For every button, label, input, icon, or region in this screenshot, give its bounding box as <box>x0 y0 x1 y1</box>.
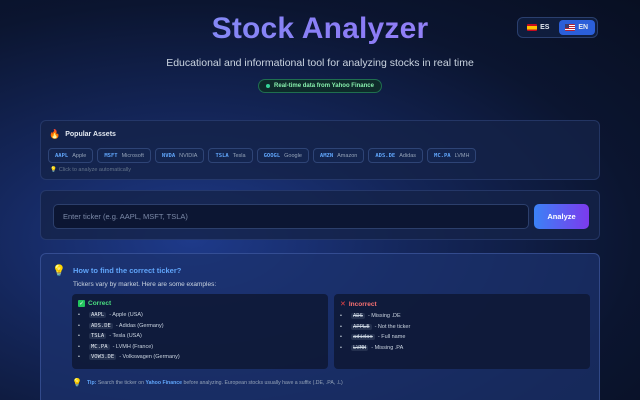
list-item: • VOW3.DE - Volkswagen (Germany) <box>78 354 180 361</box>
yahoo-finance-link[interactable]: Yahoo Finance <box>145 380 182 386</box>
list-item: • APPLE - Not the ticker <box>340 323 411 330</box>
lightbulb-icon: 💡 <box>52 265 66 277</box>
asset-name: Google <box>284 152 302 159</box>
page-subtitle: Educational and informational tool for a… <box>166 57 474 69</box>
help-tip: 💡 Tip: Search the ticker on Yahoo Financ… <box>72 378 343 387</box>
ticker-code: AAPL <box>89 312 107 319</box>
list-item: • AAPL - Apple (USA) <box>78 312 143 319</box>
asset-name: Amazon <box>337 152 358 159</box>
help-title: How to find the correct ticker? <box>73 266 182 275</box>
ticker-search-input[interactable] <box>53 204 529 229</box>
tip-label: Tip: <box>86 379 97 386</box>
ticker-note: - Not the ticker <box>374 323 411 330</box>
ticker-note: - Missing .DE <box>367 313 401 320</box>
ticker-note: - Adidas (Germany) <box>115 322 164 329</box>
tip-text-after: before analyzing. European stocks usuall… <box>183 379 343 386</box>
correct-examples-box: ✓ Correct • AAPL - Apple (USA) • ADS.DE - Ad… <box>72 294 328 369</box>
incorrect-examples-box: ✕ Incorrect • ADS - Missing .DE • APPLE - No… <box>334 294 590 369</box>
ticker-code: LVMH <box>351 344 369 351</box>
page-title: Stock Analyzer <box>0 12 640 46</box>
popular-assets-list: AAPL Apple MSFT Microsoft NVDA NVIDIA TSLA T… <box>48 148 477 163</box>
ticker-code: MC.PA <box>89 343 110 350</box>
asset-ticker: AAPL <box>55 152 69 159</box>
asset-name: Adidas <box>399 152 417 159</box>
asset-chip-googl[interactable]: GOOGL Google <box>256 148 309 163</box>
ticker-code: VOW3.DE <box>89 354 117 361</box>
asset-ticker: MC.PA <box>434 152 451 159</box>
lightbulb-icon: 💡 <box>50 167 57 173</box>
ticker-note: - Volkswagen (Germany) <box>119 354 180 361</box>
asset-name: NVIDIA <box>179 152 198 159</box>
correct-examples-title: Correct <box>88 300 112 307</box>
asset-ticker: AMZN <box>319 152 334 159</box>
asset-name: Microsoft <box>121 152 144 159</box>
ticker-note: - LVMH (France) <box>112 343 154 350</box>
tip-text-before: Search the ticker on <box>97 379 144 386</box>
asset-chip-msft[interactable]: MSFT Microsoft <box>97 148 151 163</box>
ticker-code: ADS.DE <box>89 322 113 329</box>
asset-ticker: TSLA <box>215 152 229 159</box>
asset-name: Apple <box>72 152 87 159</box>
incorrect-examples-title: Incorrect <box>348 300 377 308</box>
ticker-note: - Tesla (USA) <box>109 333 142 340</box>
asset-chip-ads-de[interactable]: ADS.DE Adidas <box>368 148 424 163</box>
ticker-help-panel: 💡 How to find the correct ticker? Ticker… <box>40 253 600 400</box>
search-panel: Analyze <box>40 190 600 240</box>
asset-chip-amzn[interactable]: AMZN Amazon <box>312 148 365 163</box>
asset-ticker: NVDA <box>161 152 176 159</box>
asset-ticker: GOOGL <box>263 152 281 159</box>
asset-ticker: MSFT <box>104 152 118 159</box>
ticker-code: ADS <box>351 313 365 320</box>
asset-chip-tsla[interactable]: TSLA Tesla <box>208 148 253 163</box>
ticker-code: adidas <box>351 334 375 341</box>
list-item: • ADS - Missing .DE <box>340 313 401 320</box>
ticker-note: - Full name <box>377 334 406 341</box>
list-item: • adidas - Full name <box>340 334 406 341</box>
asset-name: LVMH <box>454 152 470 159</box>
list-item: • MC.PA - LVMH (France) <box>78 343 154 350</box>
cross-icon: ✕ <box>340 301 346 308</box>
ticker-note: - Missing .PA <box>371 344 404 351</box>
check-icon: ✓ <box>78 300 85 307</box>
fire-icon: 🔥 <box>49 129 61 139</box>
live-dot-icon <box>266 84 271 88</box>
popular-assets-hint: 💡 Click to analyze automatically <box>50 167 131 173</box>
realtime-badge-label: Real-time data from Yahoo Finance <box>274 83 374 89</box>
ticker-code: APPLE <box>351 323 372 330</box>
realtime-badge: Real-time data from Yahoo Finance <box>258 79 382 93</box>
ticker-code: TSLA <box>89 333 107 340</box>
list-item: • LVMH - Missing .PA <box>340 344 404 351</box>
ticker-note: - Apple (USA) <box>109 312 143 319</box>
asset-chip-nvda[interactable]: NVDA NVIDIA <box>154 148 205 163</box>
asset-ticker: ADS.DE <box>375 152 396 159</box>
lightbulb-icon: 💡 <box>72 378 82 387</box>
help-description: Tickers vary by market. Here are some ex… <box>73 281 217 288</box>
popular-assets-panel: 🔥 Popular Assets AAPL Apple MSFT Microsoft… <box>40 120 600 180</box>
list-item: • ADS.DE - Adidas (Germany) <box>78 322 164 329</box>
asset-name: Tesla <box>232 152 246 159</box>
list-item: • TSLA - Tesla (USA) <box>78 333 142 340</box>
asset-chip-mc-pa[interactable]: MC.PA LVMH <box>427 148 477 163</box>
analyze-button[interactable]: Analyze <box>534 204 589 229</box>
asset-chip-aapl[interactable]: AAPL Apple <box>48 148 94 163</box>
popular-assets-hint-text: Click to analyze automatically <box>58 167 132 173</box>
popular-assets-title: Popular Assets <box>65 131 116 138</box>
